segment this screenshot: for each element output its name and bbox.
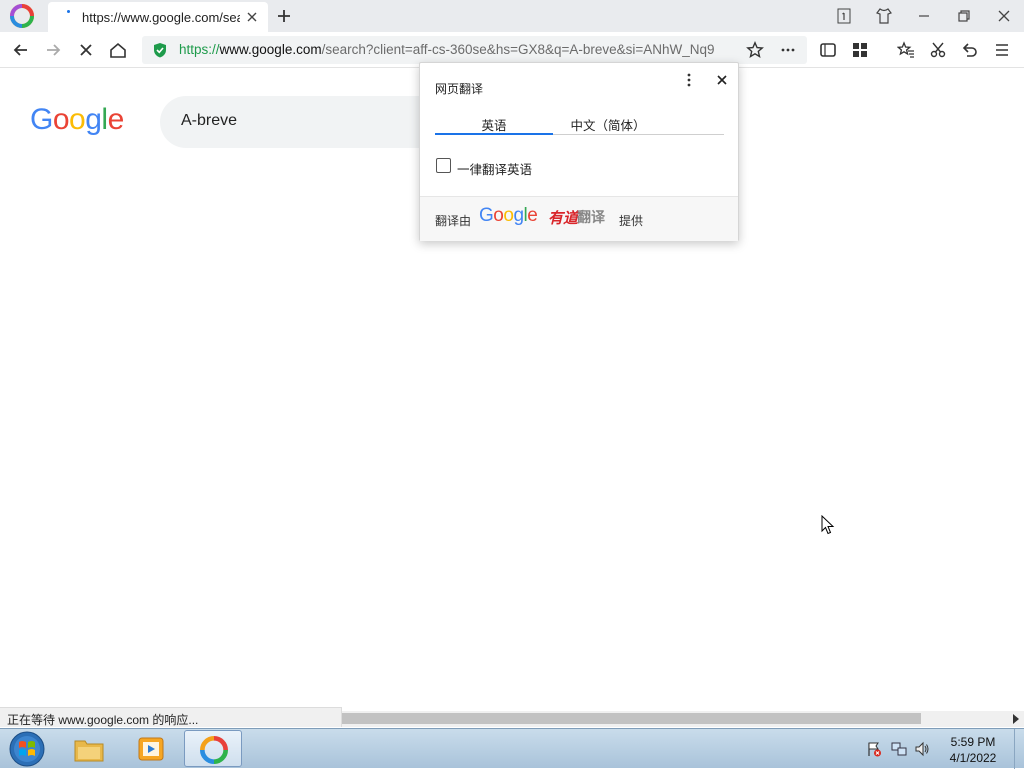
close-icon[interactable] [714, 72, 730, 88]
volume-icon[interactable] [914, 741, 930, 757]
stop-icon[interactable] [77, 41, 95, 59]
popup-title: 网页翻译 [435, 82, 484, 96]
logo-letter: e [107, 103, 125, 136]
search-query[interactable]: A-breve [181, 112, 237, 130]
show-desktop-button[interactable] [1014, 729, 1024, 769]
address-bar[interactable]: https://www.google.com/search?client=aff… [142, 36, 807, 64]
tab-source-language[interactable]: 英语 [435, 115, 553, 135]
youdao-fanyi-text: 翻译 [577, 209, 605, 225]
screenshot-scissors-icon[interactable] [929, 41, 947, 59]
tab-target-language[interactable]: 中文（简体） [553, 115, 663, 135]
media-player-icon [138, 737, 164, 761]
start-button-icon[interactable] [6, 730, 46, 768]
taskbar: 5:59 PM 4/1/2022 [0, 728, 1024, 769]
logo-letter: g [85, 103, 102, 136]
url-text[interactable]: https://www.google.com/search?client=aff… [179, 42, 736, 57]
browser-logo-icon[interactable] [10, 4, 34, 28]
tab-counter-icon[interactable] [834, 6, 854, 26]
bookmark-star-icon[interactable] [746, 41, 764, 59]
loading-icon [67, 10, 70, 13]
skin-icon[interactable] [874, 6, 894, 26]
scroll-right-arrow-icon[interactable] [1012, 714, 1020, 724]
more-dots-icon[interactable] [779, 41, 797, 59]
popup-footer: 翻译由 Google 有道 翻译 提供 [420, 196, 738, 241]
home-icon[interactable] [109, 41, 127, 59]
google-logo[interactable]: Google [30, 103, 124, 137]
tab-strip: https://www.google.com/sea [0, 0, 1024, 32]
tab-close-icon[interactable] [244, 9, 260, 25]
tab-active[interactable]: https://www.google.com/sea [48, 2, 268, 32]
restore-icon[interactable] [954, 6, 974, 26]
minimize-icon[interactable] [914, 6, 934, 26]
more-options-icon[interactable] [682, 72, 696, 88]
horizontal-scrollbar[interactable] [342, 711, 1024, 727]
undo-close-icon[interactable] [961, 41, 979, 59]
language-tabs: 英语 中文（简体） [435, 115, 724, 135]
mouse-cursor-icon [821, 515, 835, 535]
logo-letter: G [30, 103, 53, 136]
forward-icon[interactable] [44, 41, 62, 59]
url-path: /search?client=aff-cs-360se&hs=GX8&q=A-b… [321, 42, 715, 57]
close-window-icon[interactable] [994, 6, 1014, 26]
taskbar-360-browser[interactable] [184, 730, 242, 767]
back-icon[interactable] [12, 41, 30, 59]
logo-letter: o [69, 103, 86, 136]
logo-letter: o [52, 103, 70, 136]
apps-grid-icon[interactable] [851, 41, 869, 59]
status-text: 正在等待 www.google.com 的响应... [7, 713, 199, 727]
footer-prefix: 翻译由 [435, 214, 472, 228]
network-icon[interactable] [891, 741, 907, 757]
browser-logo-icon [200, 736, 228, 764]
tab-title: https://www.google.com/sea [82, 10, 240, 25]
status-bar: 正在等待 www.google.com 的响应... [0, 707, 342, 727]
favorites-icon[interactable] [897, 41, 915, 59]
clock[interactable]: 5:59 PM 4/1/2022 [938, 734, 1008, 766]
translate-popup: 网页翻译 英语 中文（简体） 一律翻译英语 翻译由 Google 有道 翻译 提… [419, 62, 739, 241]
clock-date: 4/1/2022 [949, 751, 997, 765]
reader-icon[interactable] [819, 41, 837, 59]
google-brand-logo: Google [479, 205, 538, 226]
secure-shield-icon [154, 43, 166, 58]
url-host: www.google.com [219, 42, 322, 57]
scrollbar-thumb[interactable] [342, 713, 921, 724]
always-translate-checkbox[interactable] [436, 158, 451, 173]
always-translate-label[interactable]: 一律翻译英语 [457, 159, 532, 178]
youdao-brand-logo: 有道 [548, 210, 579, 227]
action-center-flag-icon[interactable] [866, 741, 882, 757]
footer-suffix: 提供 [619, 214, 644, 228]
clock-time: 5:59 PM [950, 735, 996, 749]
new-tab-icon[interactable] [275, 7, 293, 25]
url-scheme: https:// [179, 42, 220, 57]
folder-icon [74, 740, 104, 762]
taskbar-media-player[interactable] [122, 730, 180, 767]
menu-icon[interactable] [993, 41, 1011, 59]
taskbar-explorer[interactable] [60, 730, 118, 767]
